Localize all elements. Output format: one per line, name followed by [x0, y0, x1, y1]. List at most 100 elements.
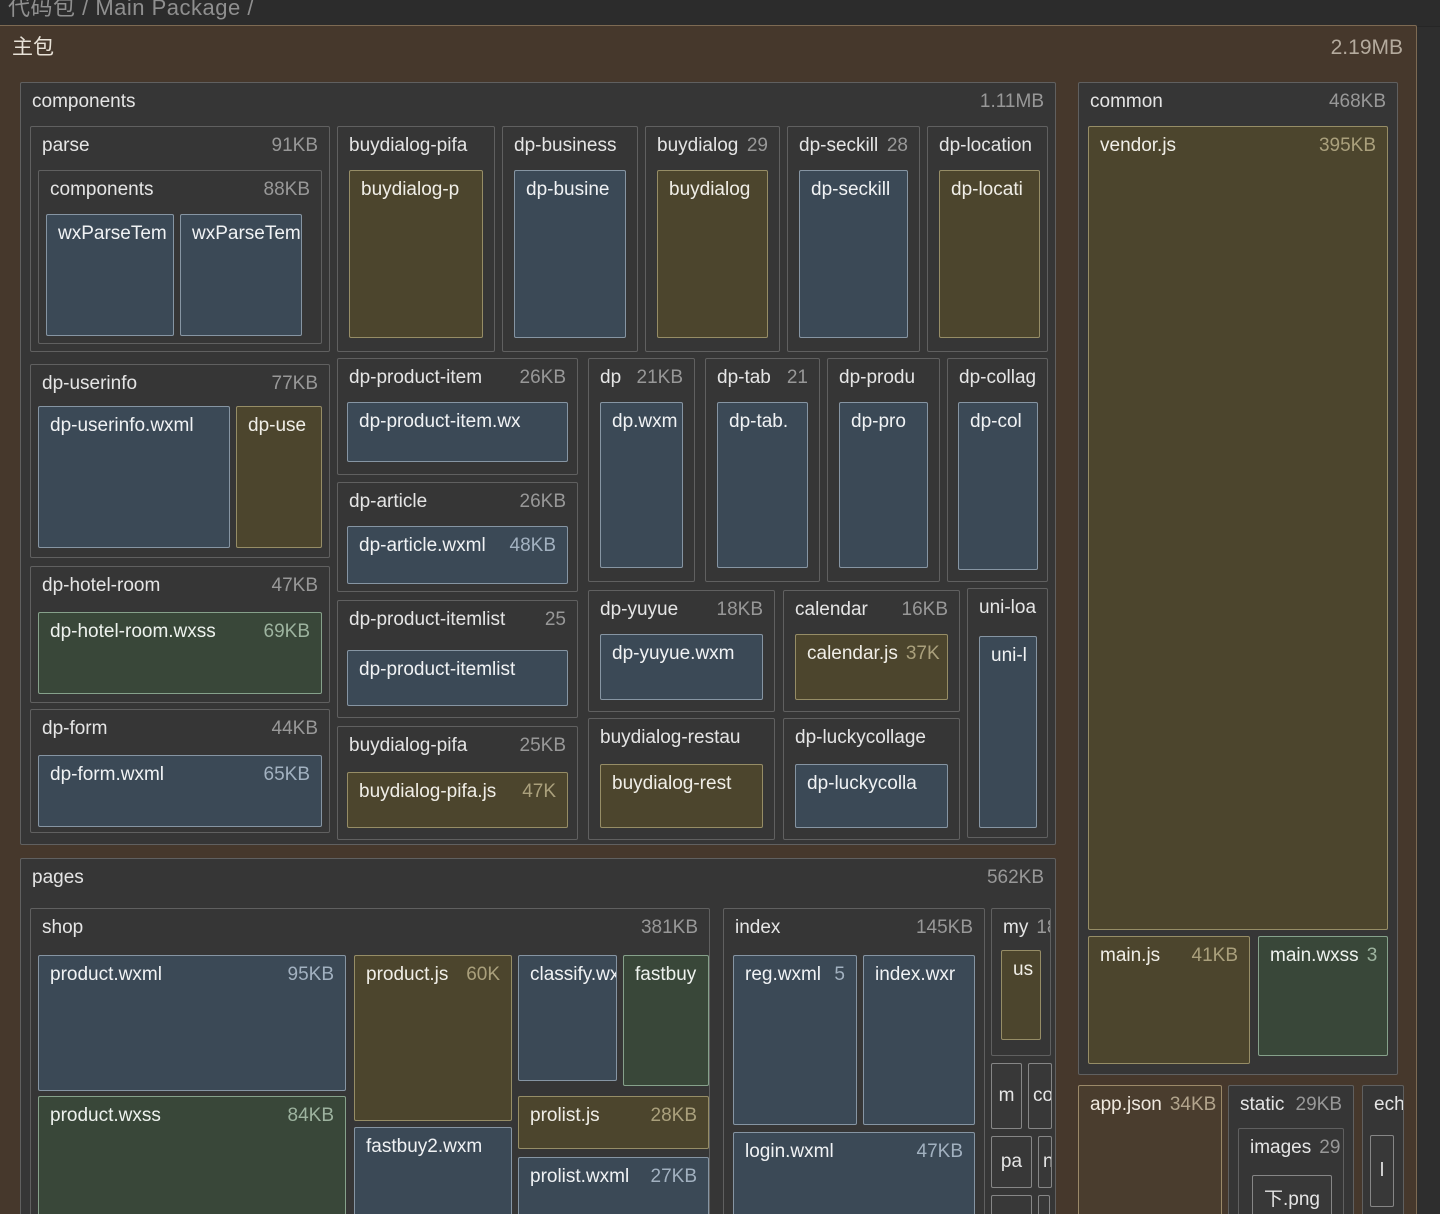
tile-size: 3	[1366, 945, 1378, 966]
tile-name: uni-l	[991, 645, 1027, 666]
tile-name: wxParseTem	[58, 223, 167, 244]
file-tile-dp-tab.[interactable]: dp-tab.	[717, 402, 808, 568]
file-tile-dp-form.wxml[interactable]: dp-form.wxml 65KB	[38, 755, 322, 827]
tile-size: 1.11MB	[979, 91, 1044, 112]
file-tile-n[interactable]: n	[1038, 1136, 1052, 1188]
file-tile-classify.wx[interactable]: classify.wx	[518, 955, 617, 1081]
file-tile-us[interactable]: us	[1001, 950, 1041, 1040]
file-tile-下.png[interactable]: 下.png	[1252, 1175, 1332, 1214]
tile-size: 91KB	[271, 135, 318, 156]
tile-name: dp-article	[349, 491, 428, 512]
file-tile-wxparsetem[interactable]: wxParseTem	[46, 214, 174, 336]
tile-size: 37K	[905, 643, 940, 664]
file-tile-app.json[interactable]: app.json 34KB	[1078, 1085, 1222, 1214]
tile-name: fastbuy2.wxm	[366, 1136, 483, 1157]
file-tile-dp-article.wxml[interactable]: dp-article.wxml 48KB	[347, 526, 568, 584]
tile-name: dp	[600, 367, 622, 388]
tile-name: dp-hotel-room.wxss	[50, 621, 216, 642]
file-tile-prolist.wxml[interactable]: prolist.wxml 27KB	[518, 1157, 709, 1214]
file-tile-calendar.js[interactable]: calendar.js 37K	[795, 634, 948, 700]
file-tile-product.wxml[interactable]: product.wxml 95KB	[38, 955, 346, 1091]
tile-size: 21KB	[636, 367, 683, 388]
file-tile-dp-locati[interactable]: dp-locati	[939, 170, 1040, 338]
tile-name: buydialog-pifa	[349, 135, 468, 156]
tile-name: dp-luckycolla	[807, 773, 917, 794]
tile-name: vendor.js	[1100, 135, 1177, 156]
file-tile-dp-busine[interactable]: dp-busine	[514, 170, 626, 338]
tile-name: dp-location	[939, 135, 1032, 156]
file-tile-vendor.js[interactable]: vendor.js 395KB	[1088, 126, 1388, 930]
tile-size: 28KB	[650, 1105, 697, 1126]
tile-name: m	[998, 1085, 1015, 1107]
tile-size: 65KB	[263, 764, 310, 785]
file-tile-dp-product-item.wx[interactable]: dp-product-item.wx	[347, 402, 568, 462]
tile-name: index.wxr	[875, 964, 956, 985]
tile-size: 47KB	[271, 575, 318, 596]
tile-name: dp-form.wxml	[50, 764, 165, 785]
file-tile-dp-yuyue.wxm[interactable]: dp-yuyue.wxm	[600, 634, 763, 700]
tile-name: dp-yuyue.wxm	[612, 643, 735, 664]
file-tile-fastbuy[interactable]: fastbuy	[623, 955, 709, 1086]
file-tile-login.wxml[interactable]: login.wxml 47KB	[733, 1132, 975, 1214]
file-tile-main.wxss[interactable]: main.wxss 3	[1258, 936, 1388, 1056]
tile-name: dp-produ	[839, 367, 916, 388]
tile-size: 29	[746, 135, 768, 156]
file-tile-dp.wxm[interactable]: dp.wxm	[600, 402, 683, 568]
tile-name: dp-userinfo.wxml	[50, 415, 194, 436]
tile-size: 69KB	[263, 621, 310, 642]
tile-name: l	[1379, 1160, 1385, 1182]
tile-name: n	[1043, 1150, 1051, 1174]
tile-name: main.js	[1100, 945, 1161, 966]
file-tile-fastbuy2.wxm[interactable]: fastbuy2.wxm	[354, 1127, 512, 1214]
tile-name: app.json	[1090, 1094, 1162, 1115]
tile-name: dp-collag	[959, 367, 1037, 388]
file-tile-box[interactable]	[991, 1195, 1032, 1214]
tile-name: 主包	[12, 36, 54, 59]
file-tile-index.wxr[interactable]: index.wxr	[863, 955, 975, 1125]
file-tile-main.js[interactable]: main.js 41KB	[1088, 936, 1250, 1064]
tile-name: dp-pro	[851, 411, 906, 432]
file-tile-buydialog[interactable]: buydialog	[657, 170, 768, 338]
tile-size: 88KB	[263, 179, 310, 200]
tile-name: dp-yuyue	[600, 599, 679, 620]
file-tile-pa[interactable]: pa	[991, 1136, 1032, 1188]
tile-size: 25	[544, 609, 566, 630]
tile-name: shop	[42, 917, 84, 938]
file-tile-buydialog-rest[interactable]: buydialog-rest	[600, 764, 763, 828]
file-tile-m[interactable]: m	[991, 1063, 1022, 1129]
file-tile-dp-hotel-room.wxss[interactable]: dp-hotel-room.wxss 69KB	[38, 612, 322, 694]
file-tile-prolist.js[interactable]: prolist.js 28KB	[518, 1096, 709, 1149]
tile-name: dp-product-item	[349, 367, 483, 388]
file-tile-dp-luckycolla[interactable]: dp-luckycolla	[795, 764, 948, 828]
tile-name: login.wxml	[745, 1141, 834, 1162]
tile-name: dp-col	[970, 411, 1022, 432]
file-tile-buydialog-pifa.js[interactable]: buydialog-pifa.js 47K	[347, 772, 568, 828]
tile-size: 95KB	[287, 964, 334, 985]
file-tile-dp-userinfo.wxml[interactable]: dp-userinfo.wxml	[38, 406, 230, 548]
tile-name: static	[1240, 1094, 1285, 1115]
file-tile-wxparsetem[interactable]: wxParseTem	[180, 214, 302, 336]
tile-name: dp-article.wxml	[359, 535, 486, 556]
tile-name: components	[50, 179, 154, 200]
tile-name: main.wxss	[1270, 945, 1359, 966]
tile-size: 48KB	[509, 535, 556, 556]
file-tile-l[interactable]: l	[1370, 1135, 1394, 1207]
tile-name: common	[1090, 91, 1163, 112]
file-tile-dp-seckill[interactable]: dp-seckill	[799, 170, 908, 338]
file-tile-product.js[interactable]: product.js 60K	[354, 955, 512, 1121]
tile-name: product.js	[366, 964, 449, 985]
tile-size: 25KB	[519, 735, 566, 756]
file-tile-product.wxss[interactable]: product.wxss 84KB	[38, 1096, 346, 1214]
tile-name: buydialog-pifa	[349, 735, 468, 756]
file-tile-buydialog-p[interactable]: buydialog-p	[349, 170, 483, 338]
file-tile-dp-pro[interactable]: dp-pro	[839, 402, 928, 568]
file-tile-reg.wxml[interactable]: reg.wxml 5	[733, 955, 857, 1125]
file-tile-box[interactable]	[1038, 1195, 1050, 1214]
file-tile-dp-use[interactable]: dp-use	[236, 406, 322, 548]
file-tile-dp-col[interactable]: dp-col	[958, 402, 1038, 570]
file-tile-dp-product-itemlist[interactable]: dp-product-itemlist	[347, 650, 568, 706]
file-tile-uni-l[interactable]: uni-l	[979, 636, 1037, 828]
tile-name: buydialog	[669, 179, 751, 200]
file-tile-co[interactable]: co	[1028, 1063, 1052, 1129]
tile-name: 下.png	[1264, 1189, 1320, 1211]
